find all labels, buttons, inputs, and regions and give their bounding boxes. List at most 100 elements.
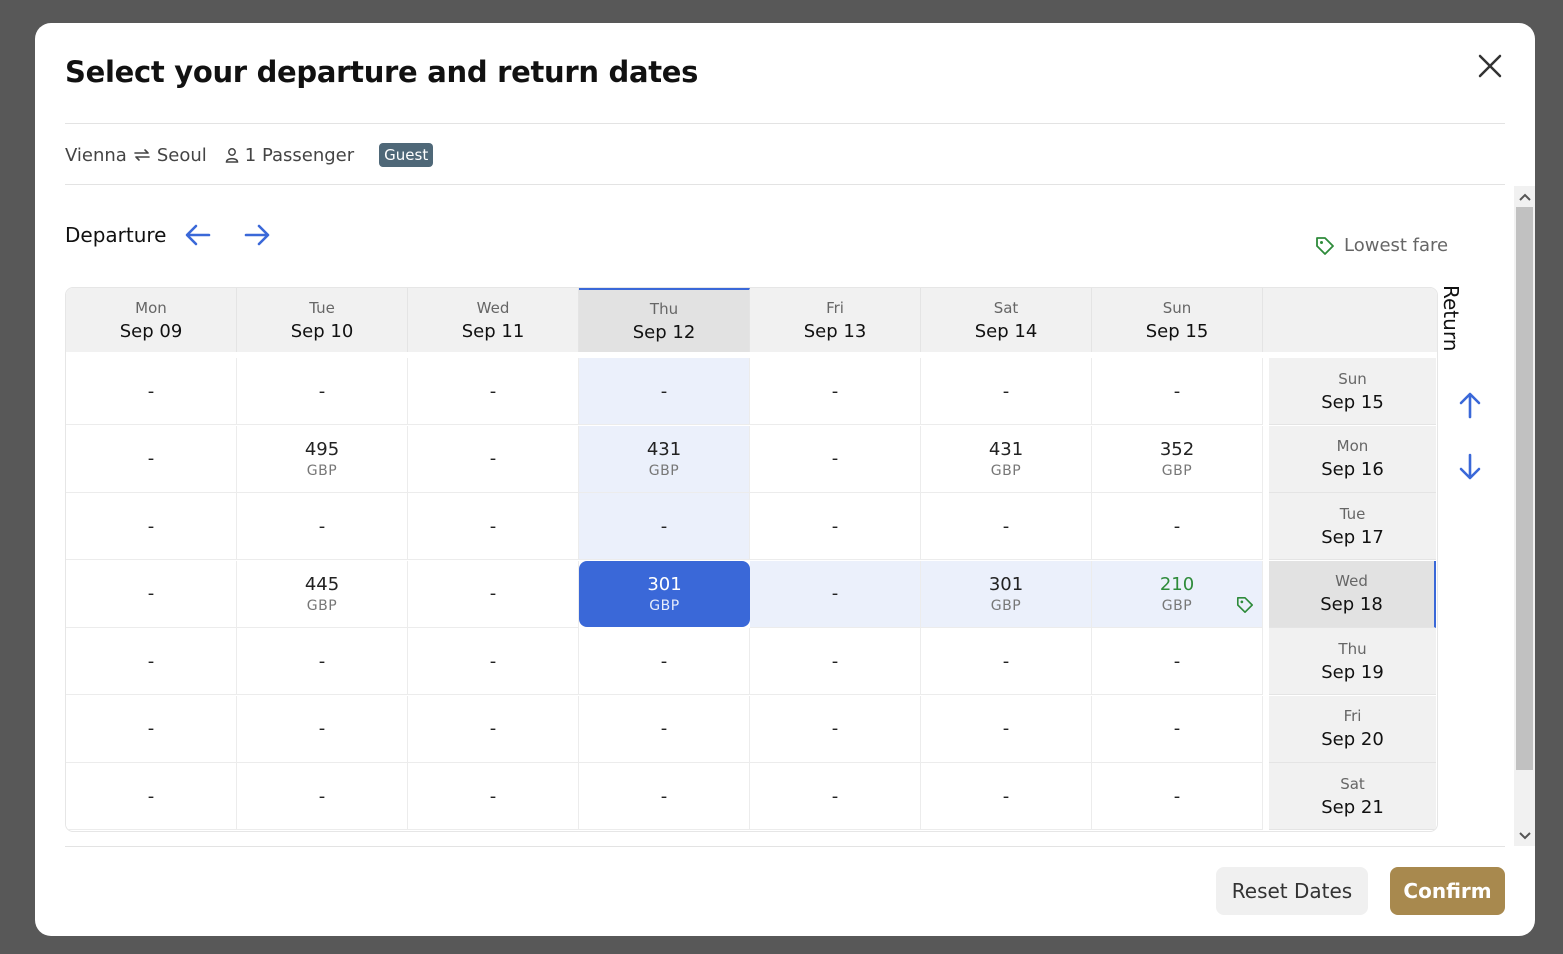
fare-cell[interactable]: - bbox=[66, 358, 237, 425]
fare-cell[interactable]: - bbox=[921, 695, 1092, 763]
departure-day-header[interactable]: Thu Sep 12 bbox=[579, 288, 750, 352]
fare-price: 445 bbox=[304, 573, 340, 595]
return-prev-button[interactable] bbox=[1455, 390, 1485, 420]
fare-price: - bbox=[489, 515, 497, 537]
fare-cell[interactable]: - bbox=[66, 425, 237, 493]
fare-cell[interactable]: - bbox=[750, 425, 921, 493]
fare-cell[interactable]: - bbox=[579, 628, 750, 695]
fare-cell[interactable]: - bbox=[66, 560, 237, 628]
fare-cell[interactable]: 352 GBP bbox=[1092, 425, 1263, 493]
return-day-header[interactable]: Sat Sep 21 bbox=[1269, 763, 1436, 830]
confirm-button[interactable]: Confirm bbox=[1390, 867, 1505, 915]
lowest-fare-legend: Lowest fare bbox=[1315, 235, 1448, 256]
date-label: Sep 12 bbox=[632, 321, 696, 343]
price-tag-icon bbox=[1236, 596, 1254, 619]
date-label: Sep 21 bbox=[1321, 796, 1384, 818]
fare-cell[interactable]: - bbox=[1092, 628, 1263, 695]
fare-cell[interactable]: - bbox=[408, 493, 579, 560]
fare-cell[interactable]: - bbox=[66, 763, 237, 830]
close-icon bbox=[1478, 54, 1502, 78]
return-day-header[interactable]: Fri Sep 20 bbox=[1269, 695, 1436, 763]
date-picker-dialog: Select your departure and return dates V… bbox=[35, 23, 1535, 936]
fare-cell[interactable]: 431 GBP bbox=[921, 425, 1092, 493]
return-day-header[interactable]: Wed Sep 18 bbox=[1269, 560, 1436, 628]
departure-day-header[interactable]: Tue Sep 10 bbox=[237, 288, 408, 352]
fare-cell[interactable]: 445 GBP bbox=[237, 560, 408, 628]
fare-price: - bbox=[1173, 650, 1181, 672]
fare-price: 301 bbox=[988, 573, 1024, 595]
fare-cell[interactable]: - bbox=[921, 493, 1092, 560]
fare-cell[interactable]: - bbox=[921, 763, 1092, 830]
fare-cell[interactable]: - bbox=[1092, 763, 1263, 830]
departure-next-button[interactable] bbox=[242, 220, 272, 250]
close-button[interactable] bbox=[1475, 51, 1505, 81]
fare-cell[interactable]: - bbox=[1092, 695, 1263, 763]
fare-cell[interactable]: - bbox=[408, 695, 579, 763]
fare-price: - bbox=[831, 583, 839, 604]
fare-cell[interactable]: - bbox=[66, 695, 237, 763]
reset-dates-button[interactable]: Reset Dates bbox=[1216, 867, 1368, 915]
fare-cell[interactable]: 301 GBP bbox=[921, 560, 1092, 628]
scroll-up-arrow[interactable] bbox=[1517, 189, 1533, 203]
fare-cell[interactable]: - bbox=[921, 358, 1092, 425]
return-day-header[interactable]: Sun Sep 15 bbox=[1269, 358, 1436, 425]
return-next-button[interactable] bbox=[1455, 452, 1485, 482]
departure-day-header[interactable]: Wed Sep 11 bbox=[408, 288, 579, 352]
scroll-down-arrow[interactable] bbox=[1517, 828, 1533, 842]
fare-cell[interactable]: - bbox=[750, 560, 921, 628]
fare-cell[interactable]: 431 GBP bbox=[579, 425, 750, 493]
fare-cell[interactable]: - bbox=[408, 560, 579, 628]
departure-day-header[interactable]: Sun Sep 15 bbox=[1092, 288, 1263, 352]
fare-cell[interactable]: - bbox=[1092, 493, 1263, 560]
fare-cell[interactable]: 495 GBP bbox=[237, 425, 408, 493]
fare-cell[interactable]: - bbox=[750, 628, 921, 695]
summary-divider bbox=[65, 184, 1505, 185]
fare-cell[interactable]: - bbox=[1092, 358, 1263, 425]
fare-cell[interactable]: - bbox=[750, 358, 921, 425]
fare-cell[interactable]: - bbox=[579, 358, 750, 425]
arrow-down-icon bbox=[1459, 453, 1481, 480]
fare-price: - bbox=[147, 583, 155, 604]
fare-cell[interactable]: - bbox=[408, 425, 579, 493]
date-label: Sep 15 bbox=[1321, 391, 1384, 413]
fare-cell[interactable]: - bbox=[579, 493, 750, 560]
fare-cell[interactable]: - bbox=[66, 628, 237, 695]
fare-cell[interactable]: - bbox=[237, 628, 408, 695]
fare-price: - bbox=[1002, 785, 1010, 807]
fare-cell[interactable]: - bbox=[750, 695, 921, 763]
fare-cell[interactable]: 301 GBP bbox=[579, 560, 750, 627]
fare-cell[interactable]: - bbox=[66, 493, 237, 560]
fare-price: - bbox=[318, 515, 326, 537]
departure-day-header[interactable]: Mon Sep 09 bbox=[66, 288, 237, 352]
fare-cell[interactable]: - bbox=[237, 493, 408, 560]
fare-cell[interactable]: - bbox=[750, 493, 921, 560]
scrollbar-thumb[interactable] bbox=[1516, 207, 1533, 770]
return-day-header[interactable]: Tue Sep 17 bbox=[1269, 493, 1436, 560]
fare-cell[interactable]: - bbox=[237, 358, 408, 425]
fare-cell[interactable]: - bbox=[408, 358, 579, 425]
fare-cell[interactable]: - bbox=[237, 695, 408, 763]
fare-price: - bbox=[1173, 718, 1181, 739]
weekday-label: Mon bbox=[135, 298, 167, 317]
arrow-right-icon bbox=[244, 224, 270, 246]
fare-price: - bbox=[318, 718, 326, 739]
fare-cell[interactable]: - bbox=[579, 763, 750, 830]
fare-price: - bbox=[489, 650, 497, 672]
departure-day-header[interactable]: Sat Sep 14 bbox=[921, 288, 1092, 352]
return-day-header[interactable]: Thu Sep 19 bbox=[1269, 628, 1436, 695]
date-label: Sep 14 bbox=[974, 320, 1038, 342]
fare-cell[interactable]: 210 GBP bbox=[1092, 560, 1263, 628]
weekday-label: Tue bbox=[1339, 504, 1366, 523]
fare-cell[interactable]: - bbox=[750, 763, 921, 830]
fare-price: - bbox=[660, 380, 668, 402]
fare-cell[interactable]: - bbox=[408, 763, 579, 830]
fare-cell[interactable]: - bbox=[237, 763, 408, 830]
departure-day-header[interactable]: Fri Sep 13 bbox=[750, 288, 921, 352]
fare-cell[interactable]: - bbox=[921, 628, 1092, 695]
weekday-label: Mon bbox=[1336, 437, 1369, 455]
departure-prev-button[interactable] bbox=[183, 220, 213, 250]
fare-cell[interactable]: - bbox=[579, 695, 750, 763]
fare-cell[interactable]: - bbox=[408, 628, 579, 695]
return-day-header[interactable]: Mon Sep 16 bbox=[1269, 425, 1436, 493]
fare-price: - bbox=[660, 785, 668, 807]
